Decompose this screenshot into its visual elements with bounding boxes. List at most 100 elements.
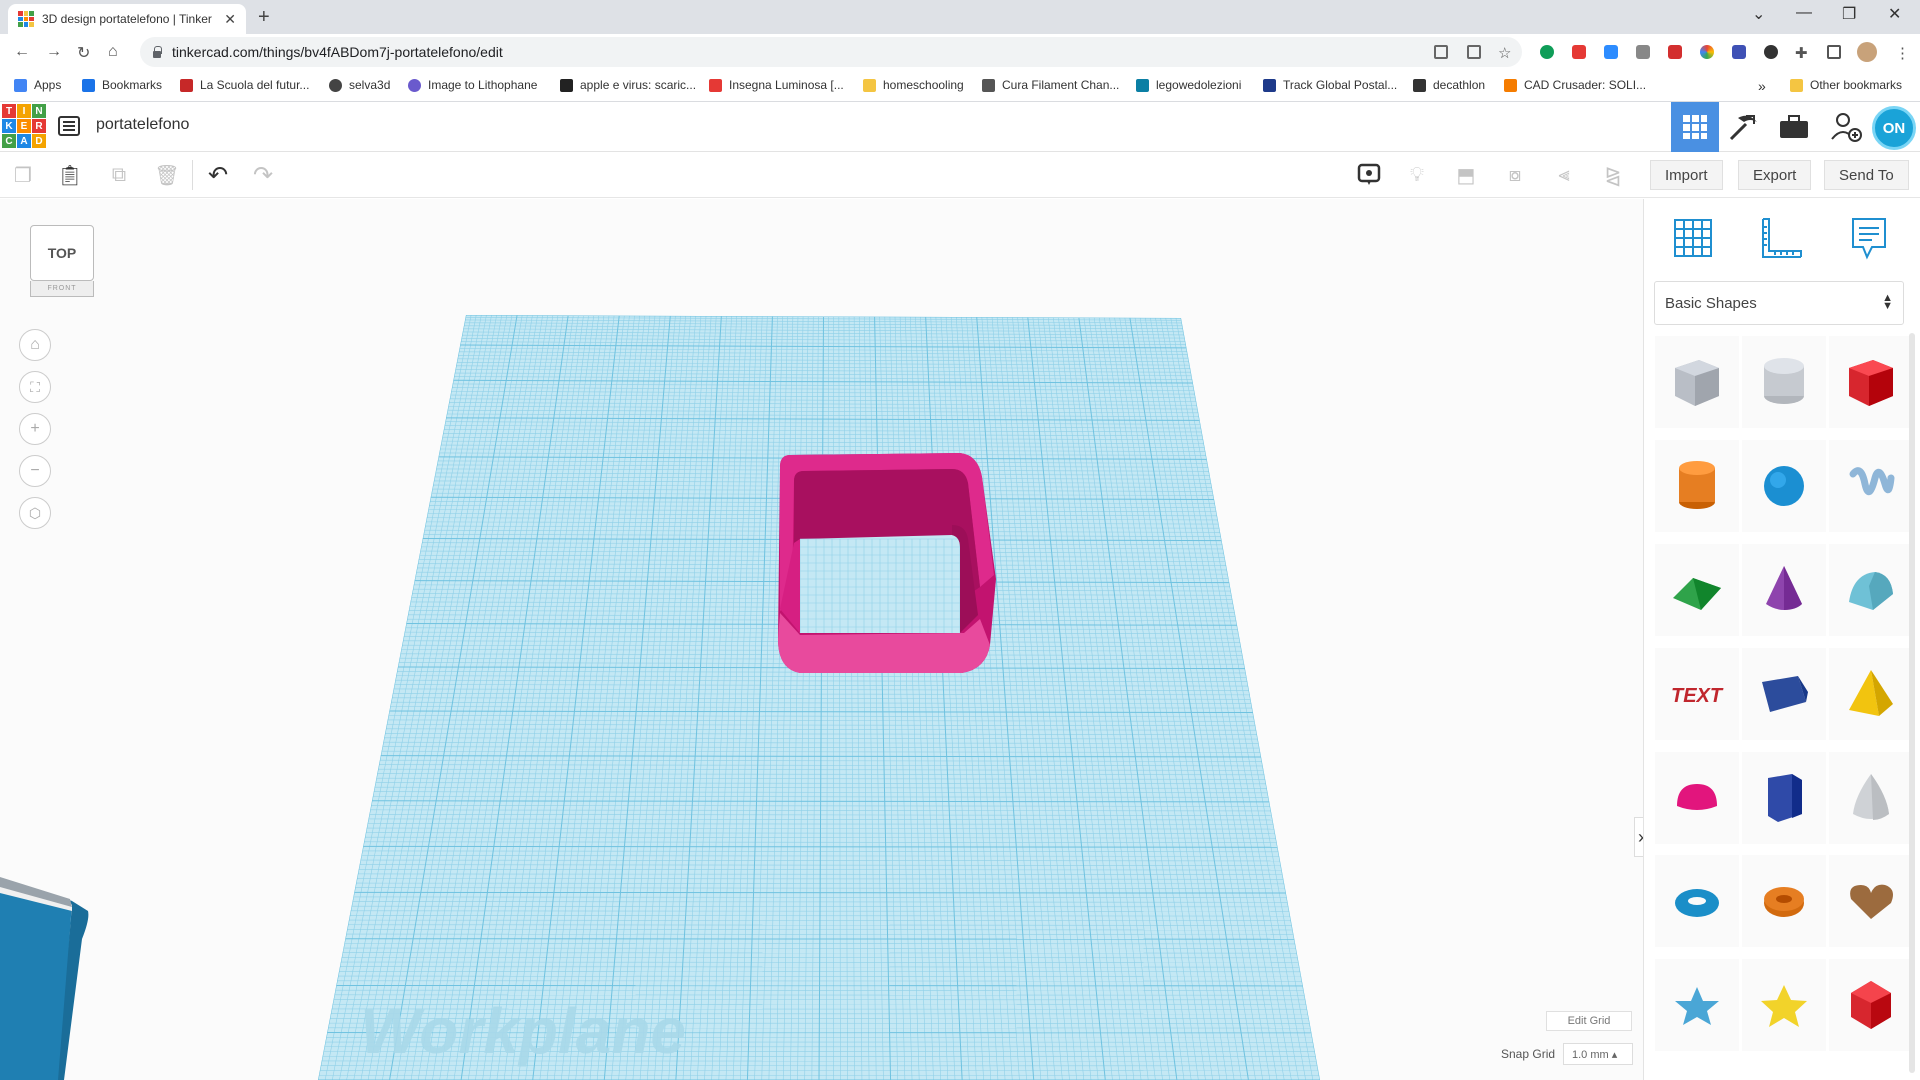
user-avatar[interactable]: ON (1872, 106, 1916, 150)
shape-sphere[interactable] (1742, 440, 1826, 532)
shape-star-yellow[interactable] (1742, 959, 1826, 1051)
shape-pyramid[interactable] (1829, 648, 1913, 740)
bookmark-apple-virus[interactable]: apple e virus: scaric... (560, 78, 696, 92)
shape-box[interactable] (1829, 336, 1913, 428)
forward-icon[interactable]: → (46, 43, 62, 61)
bookmark-legowedo[interactable]: legowedolezioni (1136, 78, 1241, 92)
share-icon[interactable] (1467, 45, 1481, 59)
close-tab-icon[interactable]: ✕ (224, 11, 236, 28)
ungroup-icon[interactable]: ⧇ (1502, 162, 1528, 188)
shape-star[interactable] (1655, 959, 1739, 1051)
shape-cylinder-hole[interactable] (1742, 336, 1826, 428)
perspective-icon[interactable]: ⬡ (19, 497, 51, 529)
bookmark-homeschooling[interactable]: homeschooling (863, 78, 964, 92)
partial-object-left[interactable] (0, 877, 89, 1080)
shape-text[interactable]: TEXT (1655, 648, 1739, 740)
shape-group-icon[interactable]: ⬒ (1453, 162, 1479, 188)
more-bookmarks[interactable]: » (1758, 78, 1766, 94)
extension-color-icon[interactable] (1700, 45, 1714, 59)
redo-icon[interactable]: ↷ (250, 162, 276, 189)
collapse-panel-chevron-icon[interactable]: › (1634, 817, 1643, 857)
shape-half-sphere[interactable] (1655, 752, 1739, 844)
extension-zoom-icon[interactable] (1604, 45, 1618, 59)
extension-pocket-icon[interactable] (1572, 45, 1586, 59)
shape-round-roof[interactable] (1829, 544, 1913, 636)
design-list-icon[interactable] (58, 116, 80, 136)
shape-heart[interactable] (1829, 855, 1913, 947)
shape-polygon[interactable] (1742, 752, 1826, 844)
extension-translate-icon[interactable] (1732, 45, 1746, 59)
bookmark-lithophane[interactable]: Image to Lithophane (408, 78, 537, 92)
bookmark-track-postal[interactable]: Track Global Postal... (1263, 78, 1397, 92)
add-user-button[interactable] (1822, 102, 1870, 152)
shapes-category-select[interactable]: Basic Shapes ▲ ▼ (1654, 281, 1904, 325)
duplicate-icon[interactable]: ⧉ (106, 162, 132, 188)
shape-wedge[interactable] (1742, 648, 1826, 740)
shape-icosahedron[interactable] (1829, 959, 1913, 1051)
blocks-button[interactable] (1720, 102, 1768, 152)
other-bookmarks[interactable]: Other bookmarks (1790, 78, 1902, 92)
zoom-out-icon[interactable]: − (19, 455, 51, 487)
shape-cylinder[interactable] (1655, 440, 1739, 532)
extension-green-icon[interactable] (1540, 45, 1554, 59)
view-cube-front[interactable]: FRONT (30, 281, 94, 297)
shape-tube[interactable] (1742, 855, 1826, 947)
3d-design-view-button[interactable] (1671, 102, 1719, 152)
fit-view-icon[interactable]: ⛶ (19, 371, 51, 403)
projects-button[interactable] (1770, 102, 1818, 152)
undo-icon[interactable]: ↶ (205, 162, 231, 189)
view-cube[interactable]: TOP FRONT (30, 225, 94, 297)
bookmark-star-icon[interactable]: ☆ (1498, 44, 1511, 62)
edit-grid-button[interactable]: Edit Grid (1546, 1011, 1632, 1031)
notes-icon[interactable] (1356, 162, 1382, 188)
tinkercad-logo[interactable]: T I N K E R C A D (2, 104, 46, 148)
extension-dark-icon[interactable] (1764, 45, 1778, 59)
snap-grid-select[interactable]: 1.0 mm ▴ (1563, 1043, 1633, 1065)
bookmark-scuola[interactable]: La Scuola del futur... (180, 78, 309, 92)
workplane-grid[interactable] (0, 199, 1643, 1080)
back-icon[interactable]: ← (14, 43, 30, 61)
design-name[interactable]: portatelefono (96, 116, 189, 134)
workplane-tool-button[interactable] (1668, 213, 1718, 263)
copy-icon[interactable]: ❐ (10, 162, 36, 188)
delete-icon[interactable]: 🗑︎ (154, 162, 180, 188)
mirror-icon[interactable]: ⧎ (1600, 162, 1626, 188)
zoom-in-icon[interactable]: + (19, 413, 51, 445)
align-icon[interactable]: ⫷ (1551, 162, 1577, 188)
home-view-icon[interactable]: ⌂ (19, 329, 51, 361)
shape-paraboloid[interactable] (1829, 752, 1913, 844)
chrome-menu-icon[interactable]: ⋮ (1895, 44, 1910, 62)
bookmark-decathlon[interactable]: decathlon (1413, 78, 1485, 92)
reload-icon[interactable]: ↻ (77, 43, 90, 63)
shape-scribble[interactable] (1829, 440, 1913, 532)
bookmark-cad-crusader[interactable]: CAD Crusader: SOLI... (1504, 78, 1646, 92)
shape-torus[interactable] (1655, 855, 1739, 947)
bookmark-selva3d[interactable]: selva3d (329, 78, 390, 92)
shape-roof[interactable] (1655, 544, 1739, 636)
profile-avatar[interactable] (1857, 42, 1877, 62)
view-cube-top[interactable]: TOP (30, 225, 94, 281)
side-panel-icon[interactable] (1827, 45, 1841, 59)
extension-pdf-icon[interactable] (1668, 45, 1682, 59)
paste-icon[interactable]: 📋︎ (57, 162, 83, 188)
import-button[interactable]: Import (1650, 160, 1723, 190)
portatelefono-object[interactable] (778, 453, 996, 673)
extensions-puzzle-icon[interactable]: ✚ (1795, 44, 1808, 62)
minimize-button[interactable]: — (1796, 4, 1812, 22)
install-app-icon[interactable] (1434, 45, 1448, 59)
bookmark-apps[interactable]: Apps (14, 78, 61, 92)
restore-button[interactable]: ❐ (1842, 4, 1856, 24)
workspace-canvas[interactable]: Workplane TOP FRONT ⌂ ⛶ + − ⬡ › Edit Gri… (0, 199, 1643, 1080)
panel-scrollbar[interactable] (1909, 333, 1915, 1073)
home-icon[interactable]: ⌂ (108, 43, 118, 61)
bookmark-bookmarks[interactable]: Bookmarks (82, 78, 162, 92)
bookmark-cura[interactable]: Cura Filament Chan... (982, 78, 1119, 92)
ruler-tool-button[interactable] (1756, 213, 1806, 263)
lightbulb-icon[interactable]: 💡︎ (1404, 162, 1430, 188)
extension-cast-icon[interactable] (1636, 45, 1650, 59)
address-bar[interactable]: tinkercad.com/things/bv4fABDom7j-portate… (140, 37, 1522, 67)
shape-box-hole[interactable] (1655, 336, 1739, 428)
notes-tool-button[interactable] (1844, 213, 1894, 263)
tab-search-icon[interactable]: ⌄ (1752, 4, 1765, 24)
browser-tab[interactable]: 3D design portatelefono | Tinker ✕ (8, 4, 246, 34)
